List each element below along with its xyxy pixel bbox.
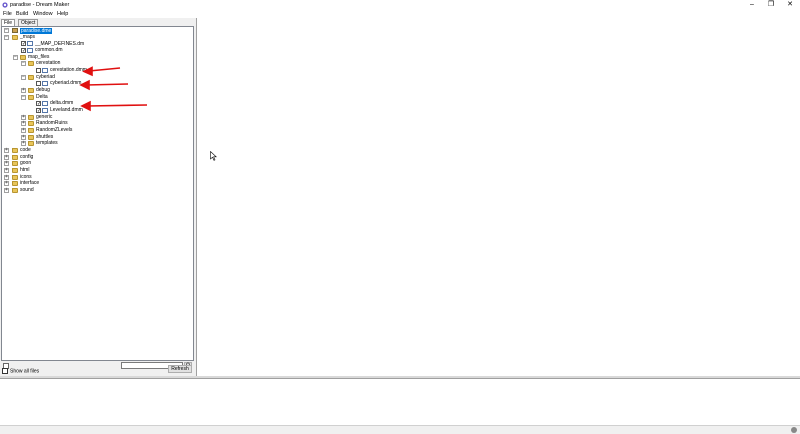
folder-icon (12, 161, 18, 166)
collapse-toggle[interactable]: − (13, 55, 18, 60)
folder-icon (28, 61, 34, 66)
close-button[interactable]: ✕ (781, 0, 799, 10)
dme-file-icon (12, 28, 18, 33)
tree-node-maps[interactable]: _maps (20, 34, 35, 40)
folder-icon (28, 121, 34, 126)
folder-icon (28, 141, 34, 146)
tree-node-common[interactable]: common.dm (35, 47, 63, 53)
dmm-file-icon (42, 108, 48, 113)
folder-icon (28, 95, 34, 100)
folder-icon (28, 128, 34, 133)
tree-node-interface[interactable]: interface (20, 180, 39, 186)
tree-node-leveland-dmm[interactable]: Leveland.dmm (50, 107, 83, 113)
restore-button[interactable]: ❐ (762, 0, 780, 10)
expand-toggle[interactable]: + (4, 161, 9, 166)
folder-icon (12, 35, 18, 40)
globe-icon (791, 427, 797, 433)
folder-icon (28, 88, 34, 93)
folder-icon (12, 175, 18, 180)
tree-node-cerestation-dmm[interactable]: cerestation.dmm (50, 67, 87, 73)
include-checkbox[interactable] (36, 81, 41, 86)
menu-file[interactable]: File (3, 10, 12, 18)
folder-icon (12, 181, 18, 186)
expand-toggle[interactable]: + (4, 188, 9, 193)
panel-tabs: File Object (0, 18, 194, 27)
refresh-button[interactable]: Refresh (168, 365, 192, 373)
file-tree-panel: File Object − paradise.dme − _maps ✓ __M… (0, 18, 194, 376)
show-all-files-label: Show all files (10, 368, 40, 375)
dm-file-icon (27, 41, 33, 46)
tree-node-goon[interactable]: goon (20, 160, 31, 166)
editor-area[interactable] (196, 18, 800, 376)
expand-toggle[interactable]: + (4, 148, 9, 153)
folder-icon (12, 155, 18, 160)
expand-toggle[interactable]: + (4, 168, 9, 173)
include-checkbox[interactable]: ✓ (21, 41, 26, 47)
expand-toggle[interactable]: + (21, 141, 26, 146)
dream-maker-app-icon (2, 2, 8, 8)
tree-node-debug[interactable]: debug (36, 87, 50, 93)
tree-node-html[interactable]: html (20, 167, 29, 173)
minimize-button[interactable]: – (743, 0, 761, 10)
folder-icon (28, 75, 34, 80)
dmm-file-icon (42, 68, 48, 73)
tree-node-sound[interactable]: sound (20, 187, 34, 193)
menu-build[interactable]: Build (16, 10, 28, 18)
collapse-toggle[interactable]: − (21, 61, 26, 66)
folder-icon (12, 188, 18, 193)
title-bar: paradise - Dream Maker – ❐ ✕ (0, 0, 800, 10)
tree-node-cerestation[interactable]: cerestation (36, 60, 60, 66)
collapse-toggle[interactable]: − (4, 35, 9, 40)
collapse-toggle[interactable]: − (4, 28, 9, 33)
expand-toggle[interactable]: + (21, 88, 26, 93)
include-checkbox[interactable]: ✓ (21, 48, 26, 54)
tree-node-random-ruins[interactable]: RandomRuins (36, 120, 68, 126)
dmm-file-icon (42, 81, 48, 86)
expand-toggle[interactable]: + (21, 128, 26, 133)
folder-icon (28, 135, 34, 140)
tree-node-cyberiad-dmm[interactable]: cyberiad.dmm (50, 80, 81, 86)
dm-file-icon (27, 48, 33, 53)
window-title: paradise - Dream Maker (10, 2, 70, 8)
tree-node-delta-dmm[interactable]: delta.dmm (50, 100, 73, 106)
tree-node-delta[interactable]: Delta (36, 94, 48, 100)
collapse-toggle[interactable]: − (21, 75, 26, 80)
include-checkbox[interactable]: ✓ (36, 108, 41, 114)
include-checkbox[interactable] (36, 68, 41, 73)
mouse-cursor-icon (210, 151, 217, 161)
tree-node-templates[interactable]: templates (36, 140, 58, 146)
output-pane[interactable] (0, 378, 800, 426)
menu-window[interactable]: Window (33, 10, 53, 18)
dmm-file-icon (42, 101, 48, 106)
include-checkbox[interactable]: ✓ (36, 101, 41, 107)
folder-icon (12, 168, 18, 173)
expand-toggle[interactable]: + (4, 181, 9, 186)
collapse-toggle[interactable]: − (21, 95, 26, 100)
expand-toggle[interactable]: + (21, 121, 26, 126)
menu-bar: File Build Window Help (0, 10, 800, 18)
menu-help[interactable]: Help (57, 10, 68, 18)
checkbox-box[interactable] (2, 368, 8, 374)
folder-icon (12, 148, 18, 153)
folder-icon (28, 115, 34, 120)
show-all-files-checkbox[interactable]: Show all files (2, 368, 39, 374)
tree-node-random-zlevels[interactable]: RandomZLevels (36, 127, 72, 133)
tree-node-code[interactable]: code (20, 147, 31, 153)
file-tree: − paradise.dme − _maps ✓ __MAP_DEFINES.d… (1, 26, 194, 361)
